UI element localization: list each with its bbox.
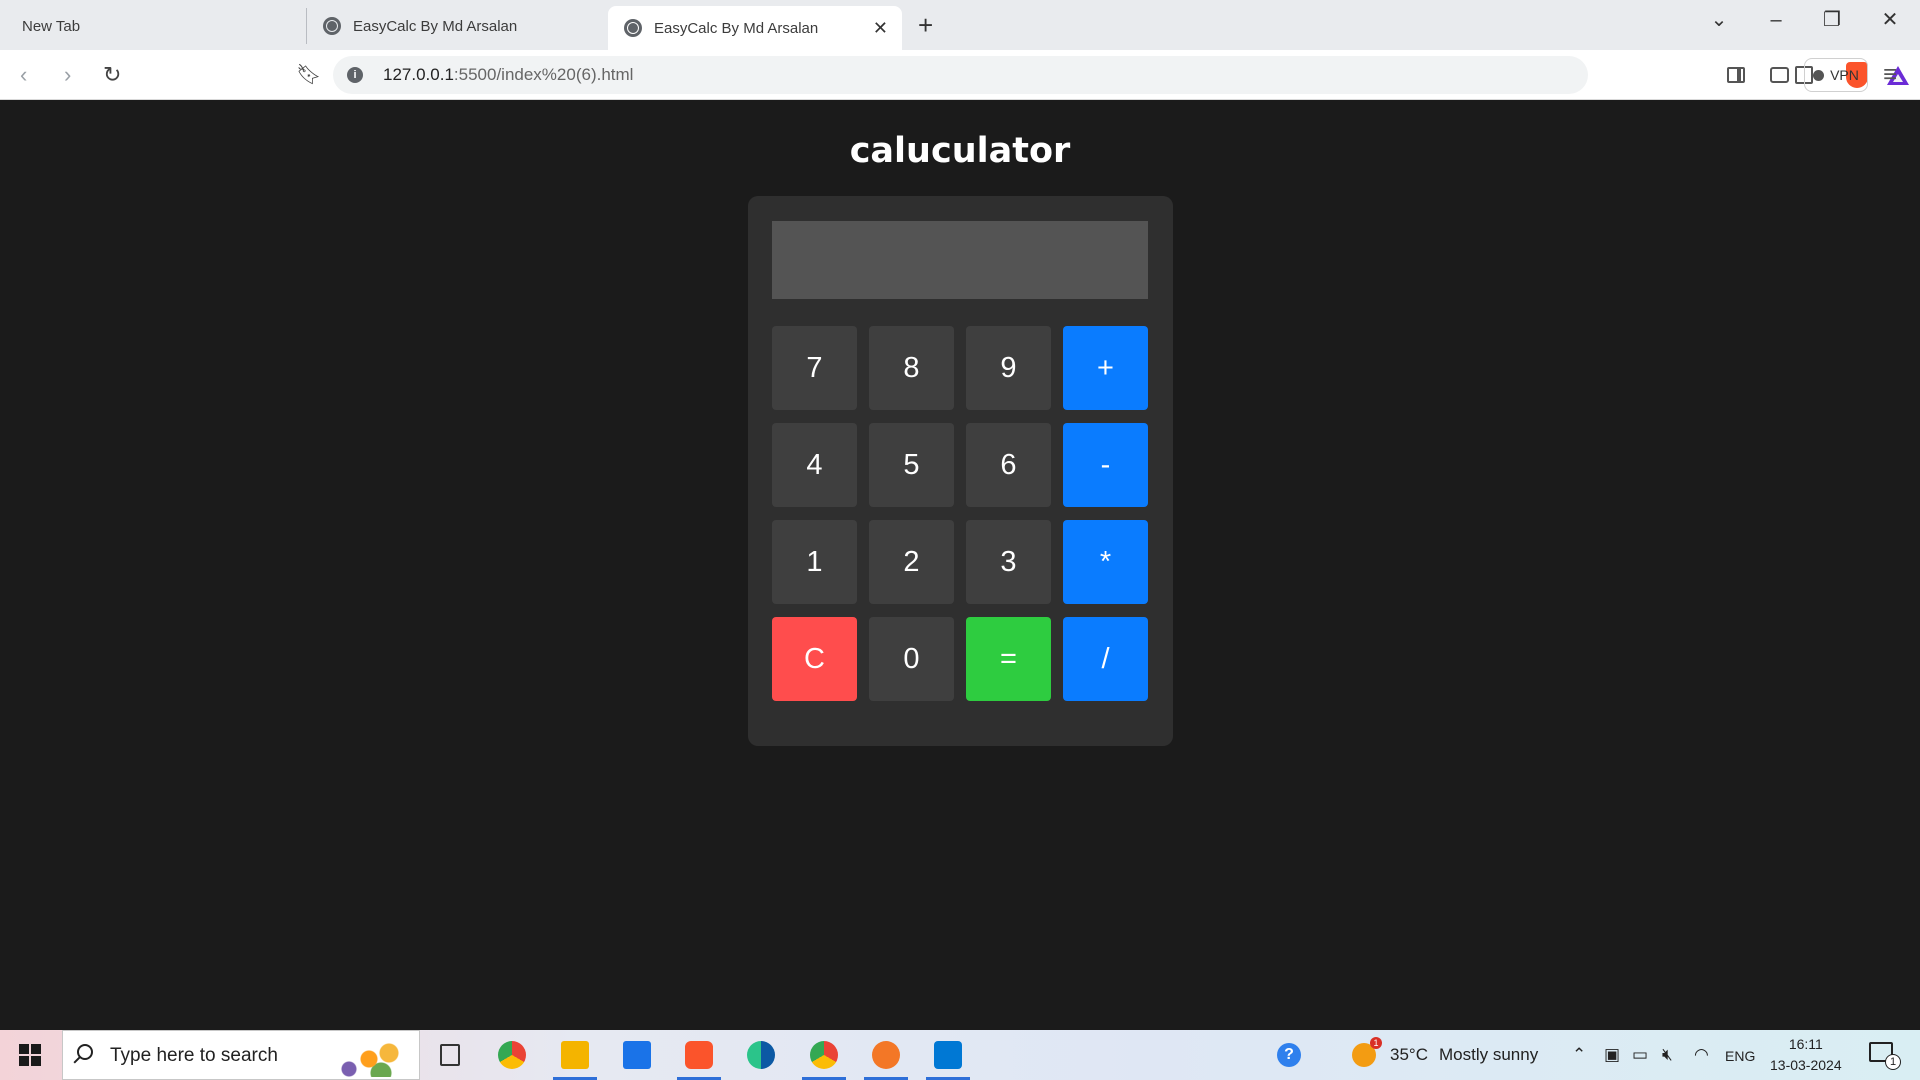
notification-icon[interactable]: 1 xyxy=(1869,1042,1901,1070)
battery-icon[interactable]: ▭ xyxy=(1632,1045,1648,1065)
tab-title: EasyCalc By Md Arsalan xyxy=(353,17,518,35)
url-text[interactable]: 127.0.0.1:5500/index%20(6).html xyxy=(383,65,633,85)
keypad: 7 8 9 + 4 5 6 - 1 2 3 * C 0 = / xyxy=(772,326,1148,701)
tab-title: EasyCalc By Md Arsalan xyxy=(654,19,819,37)
chrome-icon[interactable] xyxy=(498,1041,526,1069)
key-2[interactable]: 2 xyxy=(869,520,954,604)
weather-temp[interactable]: 35°C xyxy=(1390,1045,1428,1065)
vpn-label: VPN xyxy=(1830,67,1859,83)
url-host: 127.0.0.1 xyxy=(383,65,454,84)
reload-icon[interactable]: ↻ xyxy=(103,63,121,87)
chrome-profile-icon[interactable] xyxy=(802,1041,846,1080)
key-3[interactable]: 3 xyxy=(966,520,1051,604)
bookmark-icon[interactable]: 🔖︎ xyxy=(296,63,321,87)
restore-icon[interactable]: ❐ xyxy=(1812,8,1852,32)
wallet-icon[interactable] xyxy=(1770,67,1789,83)
search-placeholder: Type here to search xyxy=(110,1045,278,1066)
vscode-icon[interactable] xyxy=(926,1041,970,1080)
taskbar: Type here to search ? 1 35°C Mostly sunn… xyxy=(0,1030,1920,1080)
page-viewport: caluculator 7 8 9 + 4 5 6 - 1 2 3 * C 0 … xyxy=(0,101,1920,1030)
menu-icon[interactable]: ≡ xyxy=(1883,62,1897,88)
browser-toolbar: ‹ › ↻ 🔖︎ i 127.0.0.1:5500/index%20(6).ht… xyxy=(0,50,1920,100)
key-7[interactable]: 7 xyxy=(772,326,857,410)
page-title: caluculator xyxy=(849,131,1071,171)
site-info-icon[interactable]: i xyxy=(347,67,363,83)
key-clear[interactable]: C xyxy=(772,617,857,701)
tab-new-tab[interactable]: New Tab xyxy=(0,8,305,44)
key-0[interactable]: 0 xyxy=(869,617,954,701)
tab-easycalc[interactable]: EasyCalc By Md Arsalan xyxy=(306,8,606,44)
volume-muted-icon[interactable]: 🔇︎ xyxy=(1662,1045,1673,1065)
weather-text[interactable]: Mostly sunny xyxy=(1439,1045,1538,1065)
globe-icon xyxy=(624,19,642,37)
forward-icon[interactable]: › xyxy=(64,63,71,87)
task-view-icon[interactable] xyxy=(440,1044,460,1066)
minimize-icon[interactable]: – xyxy=(1756,8,1796,32)
taskbar-search[interactable]: Type here to search xyxy=(62,1030,420,1080)
tab-strip: New Tab EasyCalc By Md Arsalan EasyCalc … xyxy=(0,0,1920,50)
help-icon[interactable]: ? xyxy=(1277,1043,1301,1067)
weather-icon[interactable]: 1 xyxy=(1352,1037,1382,1067)
weather-badge: 1 xyxy=(1370,1037,1382,1049)
vpn-button[interactable]: VPN xyxy=(1804,58,1868,92)
clock-date: 13-03-2024 xyxy=(1770,1057,1842,1073)
jupyter-icon[interactable] xyxy=(864,1041,908,1080)
back-icon[interactable]: ‹ xyxy=(20,63,27,87)
key-divide[interactable]: / xyxy=(1063,617,1148,701)
chevron-up-icon[interactable]: ⌃ xyxy=(1572,1045,1586,1065)
clock-time: 16:11 xyxy=(1788,1036,1823,1052)
edge-icon[interactable] xyxy=(747,1041,775,1069)
key-6[interactable]: 6 xyxy=(966,423,1051,507)
close-tab-icon[interactable]: ✕ xyxy=(873,18,888,39)
globe-icon xyxy=(323,17,341,35)
calculator-display[interactable] xyxy=(772,221,1148,299)
wifi-icon[interactable]: ◠ xyxy=(1694,1045,1709,1065)
close-window-icon[interactable]: ✕ xyxy=(1870,8,1910,32)
tab-easycalc-active[interactable]: EasyCalc By Md Arsalan ✕ xyxy=(608,6,902,50)
windows-start-icon[interactable] xyxy=(19,1044,41,1066)
sidebar-icon[interactable] xyxy=(1727,67,1745,83)
vpn-status-icon xyxy=(1813,69,1825,81)
tab-search-chevron-icon[interactable]: ⌄ xyxy=(1699,8,1739,32)
search-icon xyxy=(77,1044,93,1060)
meet-now-icon[interactable]: ▣ xyxy=(1604,1045,1620,1065)
notification-count: 1 xyxy=(1885,1054,1901,1070)
search-highlight-image xyxy=(333,1037,413,1077)
key-equals[interactable]: = xyxy=(966,617,1051,701)
brave-browser-icon[interactable] xyxy=(677,1041,721,1080)
language-indicator[interactable]: ENG xyxy=(1725,1048,1755,1064)
clock[interactable]: 16:11 13-03-2024 xyxy=(1770,1034,1842,1076)
tab-title: New Tab xyxy=(22,17,81,35)
key-9[interactable]: 9 xyxy=(966,326,1051,410)
url-path: :5500/index%20(6).html xyxy=(453,65,634,84)
key-multiply[interactable]: * xyxy=(1063,520,1148,604)
address-bar[interactable]: i 127.0.0.1:5500/index%20(6).html xyxy=(333,56,1909,94)
key-4[interactable]: 4 xyxy=(772,423,857,507)
key-5[interactable]: 5 xyxy=(869,423,954,507)
key-8[interactable]: 8 xyxy=(869,326,954,410)
file-explorer-icon[interactable] xyxy=(553,1041,597,1080)
key-plus[interactable]: + xyxy=(1063,326,1148,410)
mail-icon[interactable] xyxy=(623,1041,651,1069)
key-minus[interactable]: - xyxy=(1063,423,1148,507)
calculator: 7 8 9 + 4 5 6 - 1 2 3 * C 0 = / xyxy=(748,196,1173,746)
key-1[interactable]: 1 xyxy=(772,520,857,604)
new-tab-button[interactable]: + xyxy=(918,10,933,40)
